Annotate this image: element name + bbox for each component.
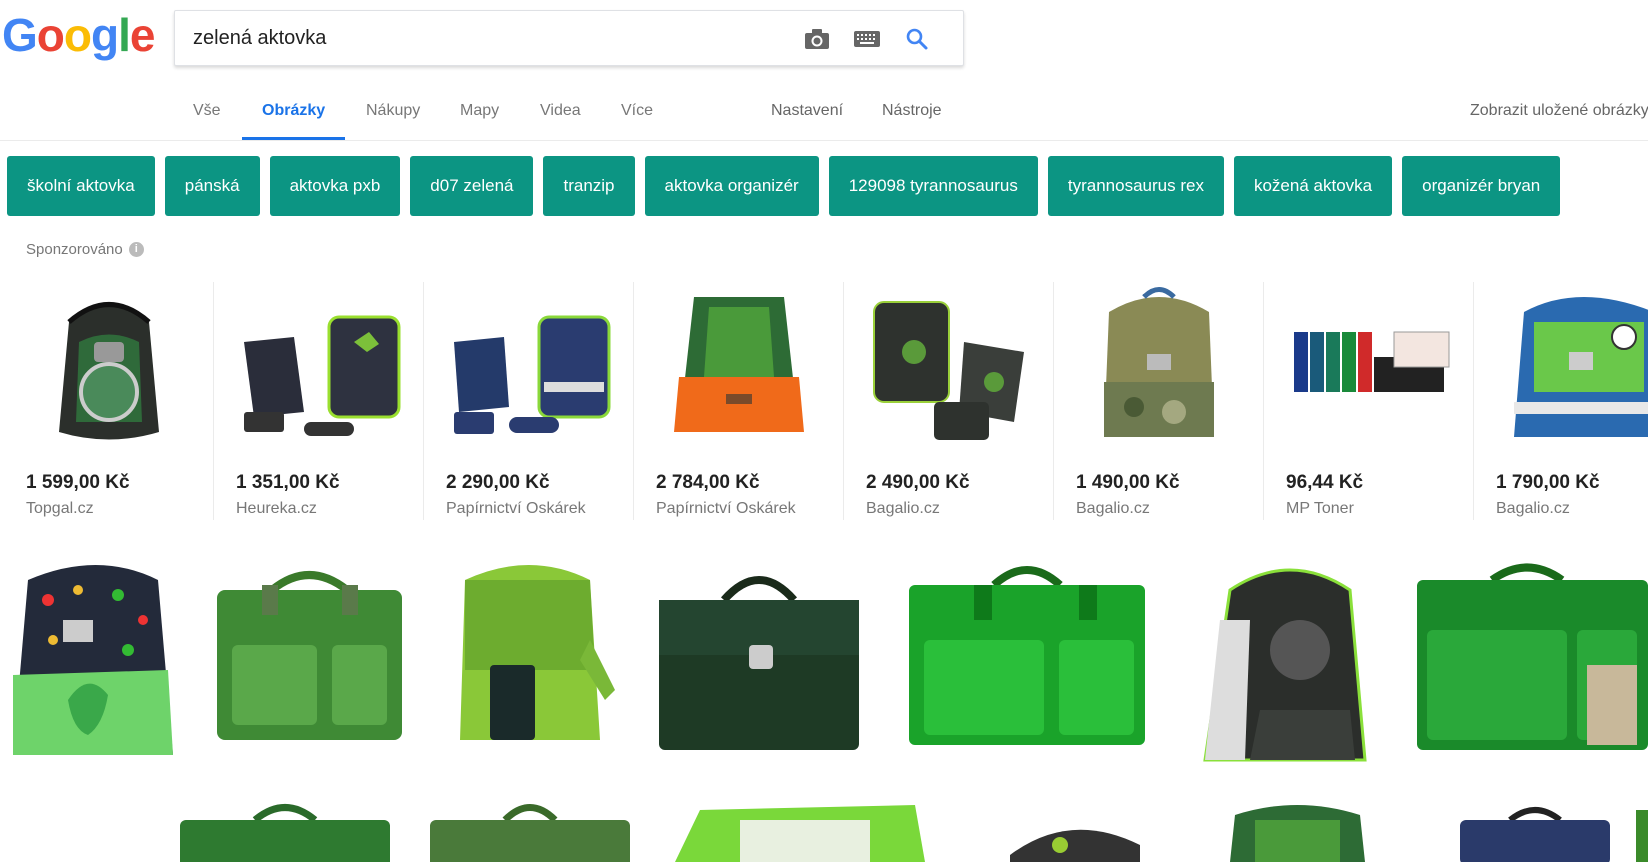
image-results-row-3 <box>0 800 1648 862</box>
tab-all[interactable]: Vše <box>193 84 221 138</box>
saved-images-link[interactable]: Zobrazit uložené obrázky <box>1470 84 1648 138</box>
product-image <box>674 297 804 432</box>
tab-images[interactable]: Obrázky <box>242 84 346 140</box>
product-price: 2 290,00 Kč <box>446 472 550 493</box>
search-input[interactable] <box>193 11 753 65</box>
product-card[interactable]: 1 490,00 Kč Bagalio.cz <box>1054 282 1264 520</box>
result-image[interactable] <box>1450 800 1620 862</box>
logo-letter: o <box>63 9 92 61</box>
product-store: Bagalio.cz <box>866 500 940 517</box>
result-image[interactable] <box>904 560 1150 760</box>
product-price: 1 790,00 Kč <box>1496 472 1600 493</box>
product-image <box>873 301 1024 440</box>
search-box <box>174 10 964 66</box>
result-image[interactable] <box>1225 800 1370 862</box>
product-card[interactable]: 2 290,00 Kč Papírnictví Oskárek <box>424 282 634 520</box>
google-logo[interactable]: Google <box>2 8 156 62</box>
product-image <box>1514 297 1648 437</box>
result-image[interactable] <box>212 560 407 750</box>
product-price: 2 490,00 Kč <box>866 472 970 493</box>
chip[interactable]: 129098 tyrannosaurus <box>828 156 1038 216</box>
result-image[interactable] <box>670 800 930 862</box>
chip[interactable]: tranzip <box>543 156 635 216</box>
logo-letter: o <box>36 9 65 61</box>
product-card[interactable]: 1 790,00 Kč Bagalio.cz <box>1474 282 1648 520</box>
product-store: Papírnictví Oskárek <box>446 500 586 517</box>
product-store: Bagalio.cz <box>1496 500 1570 517</box>
result-image[interactable] <box>1636 800 1648 862</box>
tab-videos[interactable]: Videa <box>540 84 581 138</box>
logo-letter: l <box>118 9 131 61</box>
product-image <box>1104 287 1214 437</box>
chip[interactable]: aktovka pxb <box>269 156 401 216</box>
product-price: 96,44 Kč <box>1286 472 1364 493</box>
result-image[interactable] <box>175 800 395 862</box>
result-image[interactable] <box>1190 560 1380 780</box>
tab-more[interactable]: Více <box>621 84 653 138</box>
chip[interactable]: organizér bryan <box>1402 156 1561 216</box>
result-image[interactable] <box>654 560 864 760</box>
product-price: 2 784,00 Kč <box>656 472 760 493</box>
search-icon[interactable] <box>903 25 931 53</box>
sponsored-text: Sponzorováno <box>26 241 123 258</box>
product-store: MP Toner <box>1286 500 1354 517</box>
tab-maps[interactable]: Mapy <box>460 84 499 138</box>
related-search-chips: školní aktovka pánská aktovka pxb d07 ze… <box>7 156 1561 216</box>
keyboard-icon[interactable] <box>853 25 881 53</box>
product-store: Bagalio.cz <box>1076 500 1150 517</box>
logo-letter: G <box>2 9 38 61</box>
logo-letter: e <box>129 9 156 61</box>
result-image[interactable] <box>1412 560 1648 760</box>
product-image <box>454 315 611 434</box>
product-card[interactable]: 1 351,00 Kč Heureka.cz <box>214 282 424 520</box>
settings-link[interactable]: Nastavení <box>771 84 843 138</box>
product-store: Heureka.cz <box>236 500 317 517</box>
product-price: 1 490,00 Kč <box>1076 472 1180 493</box>
logo-letter: g <box>91 9 119 61</box>
chip[interactable]: d07 zelená <box>410 156 534 216</box>
result-image[interactable] <box>425 800 635 862</box>
chip[interactable]: aktovka organizér <box>644 156 819 216</box>
product-image <box>59 302 159 440</box>
chip[interactable]: školní aktovka <box>7 156 155 216</box>
search-tabs: Vše Obrázky Nákupy Mapy Videa Více Nasta… <box>0 84 1648 141</box>
chip[interactable]: pánská <box>164 156 260 216</box>
info-icon[interactable]: i <box>128 242 144 257</box>
product-price: 1 351,00 Kč <box>236 472 340 493</box>
camera-icon[interactable] <box>803 25 831 53</box>
product-card[interactable]: 2 490,00 Kč Bagalio.cz <box>844 282 1054 520</box>
product-image <box>1294 331 1450 392</box>
tools-link[interactable]: Nástroje <box>882 84 942 138</box>
product-card[interactable]: 1 599,00 Kč Topgal.cz <box>4 282 214 520</box>
shopping-carousel: 1 599,00 Kč Topgal.cz 1 351,00 Kč Heurek… <box>4 282 1648 520</box>
result-image[interactable] <box>8 560 188 770</box>
product-price: 1 599,00 Kč <box>26 472 130 493</box>
chip[interactable]: tyrannosaurus rex <box>1047 156 1224 216</box>
result-image[interactable] <box>990 800 1150 862</box>
chip[interactable]: kožená aktovka <box>1233 156 1393 216</box>
tab-shopping[interactable]: Nákupy <box>366 84 420 138</box>
sponsored-label: Sponzorováno i <box>26 241 144 258</box>
result-image[interactable] <box>440 560 620 770</box>
product-store: Papírnictví Oskárek <box>656 500 796 517</box>
product-card[interactable]: 96,44 Kč MP Toner <box>1264 282 1474 520</box>
product-card[interactable]: 2 784,00 Kč Papírnictví Oskárek <box>634 282 844 520</box>
product-image <box>244 315 401 436</box>
product-store: Topgal.cz <box>26 500 94 517</box>
